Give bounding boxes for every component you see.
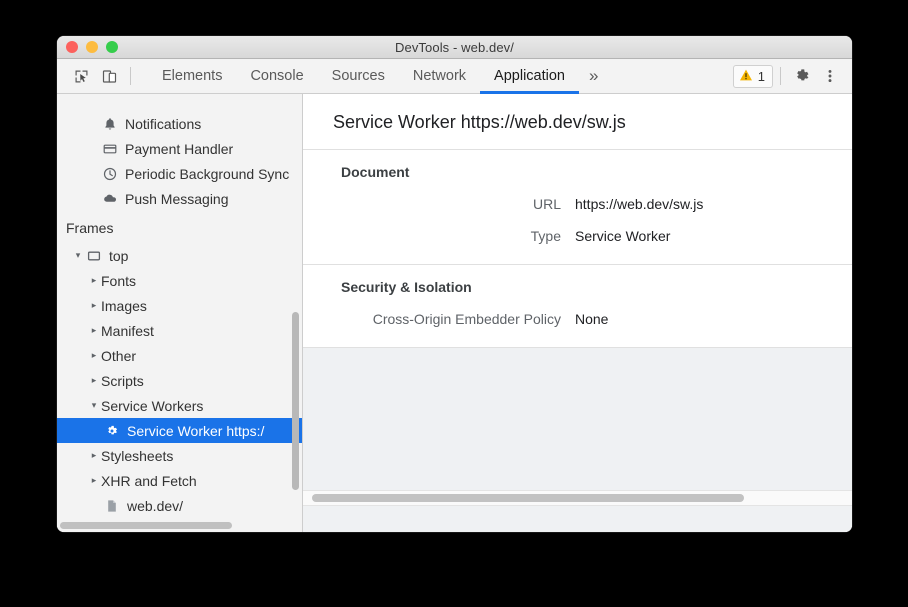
warning-triangle-icon <box>739 68 753 85</box>
sidebar-item-label: Manifest <box>101 323 154 339</box>
section-heading: Security & Isolation <box>303 279 852 295</box>
minimize-window-button[interactable] <box>86 41 98 53</box>
twisty-collapsed-icon[interactable]: ▸ <box>87 475 101 486</box>
panel-horizontal-scrollbar-track <box>303 490 852 506</box>
sidebar-tree: ▸ ▸ Notifications ▸ <box>57 94 302 532</box>
kebab-menu-icon[interactable] <box>816 63 844 89</box>
toolbar-divider <box>130 67 131 85</box>
sidebar-item-label: Scripts <box>101 373 144 389</box>
sidebar-item-label: Payment Handler <box>125 141 233 157</box>
sidebar-item-xhr-and-fetch[interactable]: ▸ XHR and Fetch <box>57 468 302 493</box>
sidebar-item-push-messaging[interactable]: ▸ Push Messaging <box>57 186 302 211</box>
sidebar-item-images[interactable]: ▸ Images <box>57 293 302 318</box>
field-key: Cross-Origin Embedder Policy <box>303 311 575 327</box>
placeholder-icon <box>101 94 119 107</box>
sidebar-item-manifest[interactable]: ▸ Manifest <box>57 318 302 343</box>
sidebar-item-label: Fonts <box>101 273 136 289</box>
sidebar-item-label: Stylesheets <box>101 448 173 464</box>
sidebar-item-label: XHR and Fetch <box>101 473 197 489</box>
toolbar-divider-2 <box>780 67 781 85</box>
tab-console[interactable]: Console <box>236 59 317 94</box>
section-security-isolation: Security & Isolation Cross-Origin Embedd… <box>303 265 852 348</box>
gear-icon <box>103 423 121 439</box>
credit-card-icon <box>101 141 119 157</box>
window-titlebar: DevTools - web.dev/ <box>57 36 852 59</box>
inspect-element-icon[interactable] <box>67 63 95 89</box>
sidebar-item-web-dev-document[interactable]: web.dev/ <box>57 493 302 518</box>
twisty-collapsed-icon[interactable]: ▸ <box>87 375 101 386</box>
document-icon <box>103 498 121 514</box>
application-sidebar: ▸ ▸ Notifications ▸ <box>57 94 303 532</box>
sidebar-item-payment-handler[interactable]: ▸ Payment Handler <box>57 136 302 161</box>
panel-bottom-strip <box>303 506 852 532</box>
clock-icon <box>101 166 119 182</box>
sidebar-item-service-worker-selected[interactable]: Service Worker https:/ <box>57 418 302 443</box>
sidebar-item-service-workers[interactable]: ▾ Service Workers <box>57 393 302 418</box>
warning-badge[interactable]: 1 <box>733 65 773 88</box>
sidebar-item-background-services-partial[interactable]: ▸ <box>57 94 302 111</box>
devtools-window: DevTools - web.dev/ Elements <box>57 36 852 532</box>
twisty-expanded-icon[interactable]: ▾ <box>87 400 101 411</box>
twisty-expanded-icon[interactable]: ▾ <box>71 250 85 261</box>
field-type: Type Service Worker <box>303 228 852 244</box>
twisty-collapsed-icon[interactable]: ▸ <box>87 275 101 286</box>
sidebar-horizontal-scrollbar-track <box>57 519 302 532</box>
sidebar-item-label: Service Worker https:/ <box>127 423 264 439</box>
bell-icon <box>101 116 119 132</box>
more-tabs-icon[interactable]: » <box>579 59 608 94</box>
section-heading: Document <box>303 164 852 180</box>
sidebar-item-label: Service Workers <box>101 398 203 414</box>
screenshot-root: DevTools - web.dev/ Elements <box>0 0 908 607</box>
sidebar-horizontal-scrollbar[interactable] <box>60 522 232 529</box>
sidebar-item-label: web.dev/ <box>127 498 183 514</box>
sidebar-item-label: Periodic Background Sync <box>125 166 289 182</box>
devtools-body: ▸ ▸ Notifications ▸ <box>57 94 852 532</box>
sidebar-item-label: Push Messaging <box>125 191 229 207</box>
panel-horizontal-scrollbar[interactable] <box>312 494 744 502</box>
sidebar-item-fonts[interactable]: ▸ Fonts <box>57 268 302 293</box>
twisty-collapsed-icon[interactable]: ▸ <box>87 350 101 361</box>
tab-elements[interactable]: Elements <box>148 59 236 94</box>
sidebar-item-scripts[interactable]: ▸ Scripts <box>57 368 302 393</box>
sidebar-item-notifications[interactable]: ▸ Notifications <box>57 111 302 136</box>
twisty-collapsed-icon[interactable]: ▸ <box>87 325 101 336</box>
field-value: Service Worker <box>575 228 670 244</box>
field-key: Type <box>303 228 575 244</box>
maximize-window-button[interactable] <box>106 41 118 53</box>
cloud-icon <box>101 191 119 207</box>
close-window-button[interactable] <box>66 41 78 53</box>
field-value[interactable]: https://web.dev/sw.js <box>575 196 703 212</box>
field-value: None <box>575 311 608 327</box>
field-url: URL https://web.dev/sw.js <box>303 196 852 212</box>
sidebar-section-frames: Frames <box>57 211 302 243</box>
devtools-toolbar: Elements Console Sources Network Applica… <box>57 59 852 94</box>
twisty-collapsed-icon[interactable]: ▸ <box>87 450 101 461</box>
frame-details-panel: Service Worker https://web.dev/sw.js Doc… <box>303 94 852 532</box>
page-title: Service Worker https://web.dev/sw.js <box>303 94 852 150</box>
report-body: Document URL https://web.dev/sw.js Type … <box>303 150 852 348</box>
tab-network[interactable]: Network <box>399 59 480 94</box>
sidebar-item-label: Other <box>101 348 136 364</box>
warning-count: 1 <box>758 69 765 84</box>
device-toolbar-icon[interactable] <box>95 63 123 89</box>
sidebar-item-label: Images <box>101 298 147 314</box>
section-document: Document URL https://web.dev/sw.js Type … <box>303 150 852 265</box>
sidebar-vertical-scrollbar[interactable] <box>292 312 299 490</box>
tab-sources[interactable]: Sources <box>318 59 399 94</box>
traffic-light-buttons[interactable] <box>66 41 118 53</box>
gear-icon[interactable] <box>788 63 816 89</box>
sidebar-item-label: Notifications <box>125 116 201 132</box>
sidebar-item-stylesheets[interactable]: ▸ Stylesheets <box>57 443 302 468</box>
window-title: DevTools - web.dev/ <box>57 40 852 55</box>
frame-icon <box>85 248 103 264</box>
tab-application[interactable]: Application <box>480 59 579 94</box>
sidebar-item-periodic-background-sync[interactable]: ▸ Periodic Background Sync <box>57 161 302 186</box>
field-key: URL <box>303 196 575 212</box>
twisty-collapsed-icon[interactable]: ▸ <box>87 300 101 311</box>
panel-tabs: Elements Console Sources Network Applica… <box>148 59 608 94</box>
field-coep: Cross-Origin Embedder Policy None <box>303 311 852 327</box>
sidebar-item-other[interactable]: ▸ Other <box>57 343 302 368</box>
sidebar-item-top-frame[interactable]: ▾ top <box>57 243 302 268</box>
sidebar-item-label: top <box>109 248 128 264</box>
